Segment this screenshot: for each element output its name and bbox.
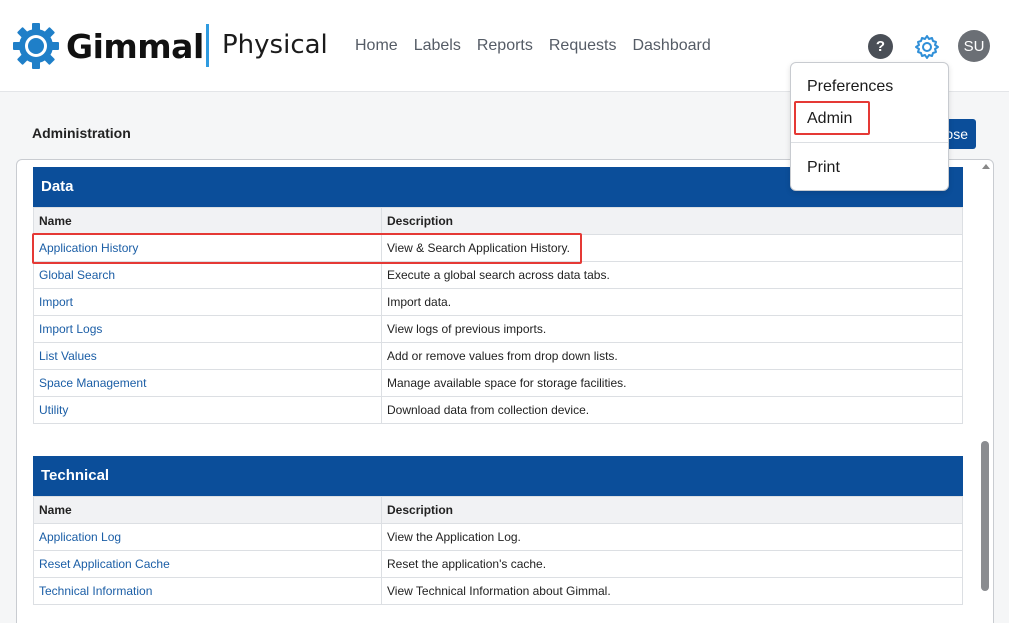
menu-divider	[791, 142, 948, 143]
scrollbar-thumb[interactable]	[981, 441, 989, 591]
table-row[interactable]: Technical Information View Technical Info…	[33, 577, 963, 605]
table-row[interactable]: Application Log View the Application Log.	[33, 523, 963, 551]
row-description: View Technical Information about Gimmal.	[381, 577, 963, 605]
row-name-link[interactable]: Global Search	[33, 261, 382, 289]
row-name-link[interactable]: Application Log	[33, 523, 382, 551]
row-name-link[interactable]: Import Logs	[33, 315, 382, 343]
nav-reports[interactable]: Reports	[477, 37, 533, 55]
gear-logo-icon	[13, 23, 59, 69]
row-description: Reset the application's cache.	[381, 550, 963, 578]
help-icon[interactable]: ?	[868, 34, 893, 59]
row-description: Import data.	[381, 288, 963, 316]
technical-table: Name Description Application Log View the…	[33, 496, 963, 605]
row-description: Add or remove values from drop down list…	[381, 342, 963, 370]
nav-dashboard[interactable]: Dashboard	[632, 37, 710, 55]
menu-item-print[interactable]: Print	[807, 159, 840, 177]
row-name-link[interactable]: Utility	[33, 396, 382, 424]
nav-requests[interactable]: Requests	[549, 37, 617, 55]
table-row[interactable]: Utility Download data from collection dev…	[33, 396, 963, 424]
gear-icon[interactable]	[913, 33, 941, 61]
technical-section: Technical Name Description Application L…	[33, 456, 963, 605]
nav-home[interactable]: Home	[355, 37, 398, 55]
row-description: Download data from collection device.	[381, 396, 963, 424]
row-name-link[interactable]: List Values	[33, 342, 382, 370]
column-header-name: Name	[33, 496, 382, 524]
brand-name: Gimmal	[66, 26, 204, 66]
table-row[interactable]: Import Import data.	[33, 288, 963, 316]
row-description: View logs of previous imports.	[381, 315, 963, 343]
row-name-link[interactable]: Import	[33, 288, 382, 316]
column-header-description: Description	[381, 496, 963, 524]
table-row[interactable]: List Values Add or remove values from dro…	[33, 342, 963, 370]
table-row[interactable]: Space Management Manage available space f…	[33, 369, 963, 397]
table-row[interactable]: Import Logs View logs of previous imports…	[33, 315, 963, 343]
nav-labels[interactable]: Labels	[414, 37, 461, 55]
table-row[interactable]: Global Search Execute a global search acr…	[33, 261, 963, 289]
highlight-box-admin	[794, 101, 870, 135]
gimmal-logo[interactable]: Gimmal	[11, 21, 204, 71]
logo-divider	[206, 24, 209, 67]
product-name: Physical	[222, 30, 328, 60]
section-header-technical: Technical	[33, 456, 963, 496]
row-name-link[interactable]: Reset Application Cache	[33, 550, 382, 578]
row-name-link[interactable]: Space Management	[33, 369, 382, 397]
scroll-up-arrow-icon[interactable]	[982, 164, 990, 169]
settings-menu: Preferences Admin Print	[790, 62, 949, 191]
row-description: Manage available space for storage facil…	[381, 369, 963, 397]
row-name-link[interactable]: Technical Information	[33, 577, 382, 605]
row-description: View the Application Log.	[381, 523, 963, 551]
menu-item-preferences[interactable]: Preferences	[807, 78, 893, 96]
data-section: Data Name Description Application Histor…	[33, 167, 963, 424]
column-header-name: Name	[33, 207, 382, 235]
row-description: Execute a global search across data tabs…	[381, 261, 963, 289]
highlight-box-application-history	[32, 233, 582, 264]
avatar[interactable]: SU	[958, 30, 990, 62]
table-header-row: Name Description	[33, 496, 963, 524]
table-row[interactable]: Reset Application Cache Reset the applica…	[33, 550, 963, 578]
column-header-description: Description	[381, 207, 963, 235]
table-header-row: Name Description	[33, 207, 963, 235]
page-title: Administration	[32, 125, 131, 141]
main-nav: Home Labels Reports Requests Dashboard	[355, 37, 727, 55]
